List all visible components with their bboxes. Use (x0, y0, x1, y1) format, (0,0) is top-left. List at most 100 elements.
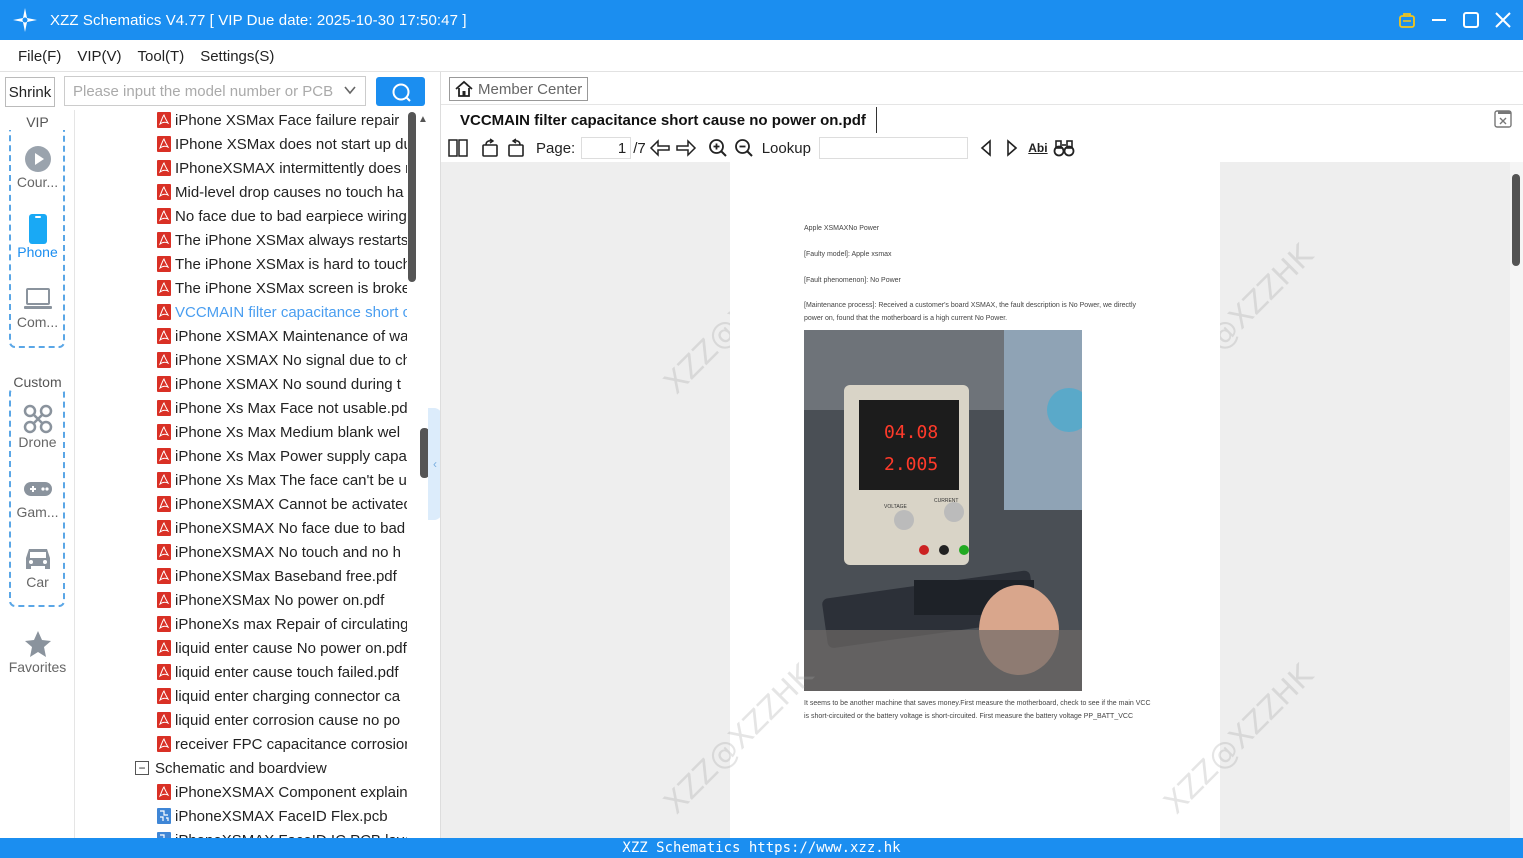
tree-item[interactable]: VCCMAIN filter capacitance short c (75, 300, 420, 324)
tree-item[interactable]: The iPhone XSMax always restarts. (75, 228, 420, 252)
zoom-in-icon[interactable] (706, 136, 730, 160)
tree-item[interactable]: iPhone XSMAX No sound during t (75, 372, 420, 396)
tree-item[interactable]: iPhone Xs Max Face not usable.pdf (75, 396, 420, 420)
previous-page-icon[interactable] (648, 136, 672, 160)
psu-voltage-readout: 04.08 (884, 422, 938, 443)
close-document-icon[interactable] (1494, 110, 1512, 128)
pdf-file-icon (157, 736, 171, 752)
close-icon[interactable] (1493, 10, 1513, 30)
car-icon (0, 544, 75, 574)
rotate-left-icon[interactable] (478, 136, 502, 160)
tree-item[interactable]: iPhoneXSMAX Component explain (75, 780, 420, 804)
page-line: [Maintenance process]: Received a custom… (804, 302, 1137, 322)
tree-item[interactable]: receiver FPC capacitance corrosion (75, 732, 420, 756)
pdf-file-icon (157, 328, 171, 344)
collapse-toggle-icon[interactable]: − (135, 761, 149, 775)
match-case-icon[interactable]: Abi (1026, 136, 1050, 160)
find-previous-icon[interactable] (974, 136, 998, 160)
menu-file[interactable]: File(F) (18, 48, 61, 65)
pdf-file-icon (157, 160, 171, 176)
tree-item[interactable]: iPhone XSMAX Maintenance of wa (75, 324, 420, 348)
tree-item[interactable]: iPhone Xs Max Power supply capa (75, 444, 420, 468)
scroll-up-arrow-icon[interactable]: ▲ (418, 114, 428, 125)
pdf-file-icon (157, 256, 171, 272)
pdf-file-icon (157, 112, 171, 128)
rail-item-games[interactable]: Gam... (0, 474, 75, 520)
page-line: [Fault phenomenon]: No Power (804, 277, 901, 284)
pdf-file-icon (157, 520, 171, 536)
pdf-viewer[interactable]: XZZ@XZZHK XZZ@XZZHK Apple XSMAXNo Power … (441, 162, 1510, 838)
two-page-view-icon[interactable] (446, 136, 470, 160)
tree-item[interactable]: liquid enter corrosion cause no po (75, 708, 420, 732)
page-line: Apple XSMAXNo Power (804, 225, 880, 232)
lookup-label: Lookup (761, 139, 811, 157)
pdf-file-icon (157, 304, 171, 320)
tree-item[interactable]: iPhone Xs Max The face can't be u (75, 468, 420, 492)
viewer-scrollbar-thumb[interactable] (1512, 174, 1520, 266)
tree-item[interactable]: iPhoneXSMAX FaceID Flex.pcb (75, 804, 420, 828)
tree-item[interactable]: iPhoneXs max Repair of circulating (75, 612, 420, 636)
gamepad-icon (0, 474, 75, 504)
menu-bar: File(F) VIP(V) Tool(T) Settings(S) (0, 40, 1523, 72)
custom-group-label: Custom (0, 374, 75, 390)
page-line: [Faulty model]: Apple xsmax (804, 251, 892, 258)
viewer-scrollbar[interactable] (1510, 162, 1523, 838)
tree-item[interactable]: liquid enter charging connector ca (75, 684, 420, 708)
shrink-button[interactable]: Shrink (5, 77, 55, 107)
tree-item[interactable]: liquid enter cause No power on.pdf (75, 636, 420, 660)
tree-item[interactable]: liquid enter cause touch failed.pdf (75, 660, 420, 684)
tree-folder[interactable]: − Schematic and boardview (75, 756, 420, 780)
tree-item[interactable]: iPhoneXSMAX FaceID IC PCB layer (75, 828, 420, 838)
pdf-file-icon (157, 784, 171, 800)
tree-item[interactable]: iPhoneXSMAX No touch and no h (75, 540, 420, 564)
page-number-input[interactable]: 1 (581, 137, 632, 159)
tree-item[interactable]: The iPhone XSMax screen is broken (75, 276, 420, 300)
search-button[interactable] (376, 77, 425, 106)
vip-bag-icon[interactable] (1397, 10, 1417, 30)
chevron-left-icon: ‹ (433, 457, 437, 471)
tree-item[interactable]: iPhoneXSMax Baseband free.pdf (75, 564, 420, 588)
member-center-button[interactable]: Member Center (449, 77, 588, 101)
find-all-binoculars-icon[interactable] (1052, 136, 1076, 160)
rail-item-phone[interactable]: Phone (0, 214, 75, 260)
tree-item[interactable]: iPhone XSMax Face failure repair (75, 110, 420, 132)
tree-item[interactable]: Mid-level drop causes no touch ha (75, 180, 420, 204)
search-input[interactable]: Please input the model number or PCB (64, 76, 366, 106)
tree-item[interactable]: The iPhone XSMax is hard to touch (75, 252, 420, 276)
tree-item[interactable]: iPhoneXSMax No power on.pdf (75, 588, 420, 612)
document-tab[interactable]: VCCMAIN filter capacitance short cause n… (451, 107, 877, 133)
next-page-icon[interactable] (674, 136, 698, 160)
lookup-input[interactable] (818, 137, 968, 159)
menu-settings[interactable]: Settings(S) (200, 48, 274, 65)
rotate-right-icon[interactable] (504, 136, 528, 160)
search-row: Please input the model number or PCB (64, 76, 430, 108)
zoom-out-icon[interactable] (732, 136, 756, 160)
rail-item-courses[interactable]: Cour... (0, 144, 75, 190)
pdf-file-icon (157, 352, 171, 368)
rail-item-computer[interactable]: Com... (0, 284, 75, 330)
tree-item[interactable]: iPhone Xs Max Medium blank wel (75, 420, 420, 444)
chevron-down-icon[interactable] (343, 83, 357, 101)
menu-vip[interactable]: VIP(V) (77, 48, 121, 65)
rail-item-car[interactable]: Car (0, 544, 75, 590)
pdf-file-icon (157, 280, 171, 296)
rail-item-drone[interactable]: Drone (0, 404, 75, 450)
find-next-icon[interactable] (1000, 136, 1024, 160)
minimize-icon[interactable] (1429, 10, 1449, 30)
tree-item[interactable]: IPhoneXSMAX intermittently does not (75, 156, 420, 180)
tree-item[interactable]: iPhoneXSMAX No face due to bad (75, 516, 420, 540)
tree-item[interactable]: No face due to bad earpiece wiring (75, 204, 420, 228)
maximize-icon[interactable] (1461, 10, 1481, 30)
tree-scrollbar-thumb[interactable] (408, 112, 416, 282)
tree-item[interactable]: iPhoneXSMAX Cannot be activated (75, 492, 420, 516)
psu-voltage-label: VOLTAGE (884, 504, 908, 510)
tree-item[interactable]: IPhone XSMax does not start up due (75, 132, 420, 156)
menu-tool[interactable]: Tool(T) (138, 48, 185, 65)
page-line: It seems to be another machine that save… (804, 700, 1151, 720)
pdf-file-icon (157, 376, 171, 392)
pdf-file-icon (157, 424, 171, 440)
tree-item[interactable]: iPhone XSMAX No signal due to ch (75, 348, 420, 372)
rail-item-favorites[interactable]: Favorites (0, 629, 75, 675)
pdf-file-icon (157, 640, 171, 656)
title-bar: XZZ Schematics V4.77 [ VIP Due date: 202… (0, 0, 1523, 40)
